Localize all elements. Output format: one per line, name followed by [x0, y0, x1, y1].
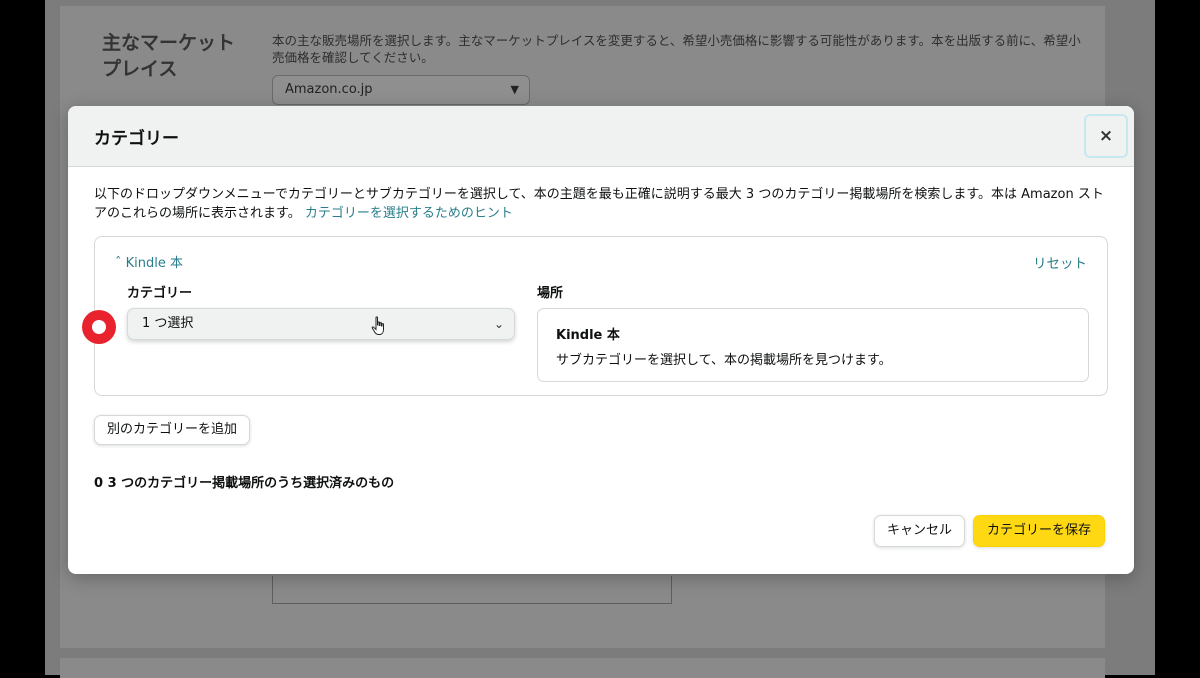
save-categories-button[interactable]: カテゴリーを保存: [973, 515, 1106, 547]
chevron-down-icon: ⌄: [493, 317, 504, 331]
category-select-value: 1 つ選択: [142, 316, 194, 331]
reset-link[interactable]: リセット: [1033, 252, 1087, 272]
add-category-button[interactable]: 別のカテゴリーを追加: [94, 415, 251, 445]
location-title: Kindle 本: [556, 328, 620, 343]
location-column-label: 場所: [537, 286, 564, 301]
background-textarea: [272, 576, 672, 604]
modal-header: カテゴリー ×: [68, 106, 1134, 167]
hand-pointer-icon: [371, 316, 384, 335]
close-button[interactable]: ×: [1084, 114, 1128, 158]
kindle-books-toggle-label: Kindle 本: [125, 256, 184, 271]
click-indicator-icon: [82, 310, 116, 344]
category-column-label: カテゴリー: [127, 286, 193, 301]
marketplace-section-description: 本の主な販売場所を選択します。主なマーケットプレイスを変更すると、希望小売価格に…: [272, 33, 1081, 65]
selected-count-text: 0 3 つのカテゴリー掲載場所のうち選択済みのもの: [94, 476, 395, 491]
category-panel: ˆ Kindle 本 リセット カテゴリー 場所 1 つ選択 ⌄ Kindle …: [94, 236, 1108, 396]
location-description: サブカテゴリーを選択して、本の掲載場所を見つけます。: [556, 353, 892, 368]
marketplace-section-title: 主なマーケットプレイス: [102, 32, 236, 80]
modal-title: カテゴリー: [94, 129, 179, 149]
location-box: Kindle 本 サブカテゴリーを選択して、本の掲載場所を見つけます。: [537, 308, 1089, 382]
cancel-button[interactable]: キャンセル: [874, 515, 966, 547]
marketplace-select-value: Amazon.co.jp: [285, 82, 373, 97]
category-select[interactable]: 1 つ選択 ⌄: [127, 308, 515, 340]
modal-intro: 以下のドロップダウンメニューでカテゴリーとサブカテゴリーを選択して、本の主題を最…: [94, 185, 1104, 223]
kindle-books-toggle[interactable]: ˆ Kindle 本: [115, 252, 183, 271]
category-modal: カテゴリー × 以下のドロップダウンメニューでカテゴリーとサブカテゴリーを選択し…: [68, 106, 1134, 574]
chevron-up-icon: ˆ: [115, 256, 122, 271]
chevron-down-icon: ▼: [510, 83, 519, 96]
category-tips-link[interactable]: カテゴリーを選択するためのヒント: [305, 206, 513, 221]
intro-text: 以下のドロップダウンメニューでカテゴリーとサブカテゴリーを選択して、本の主題を最…: [94, 187, 1104, 221]
next-section: [60, 658, 1105, 678]
marketplace-select[interactable]: Amazon.co.jp ▼: [272, 75, 530, 105]
